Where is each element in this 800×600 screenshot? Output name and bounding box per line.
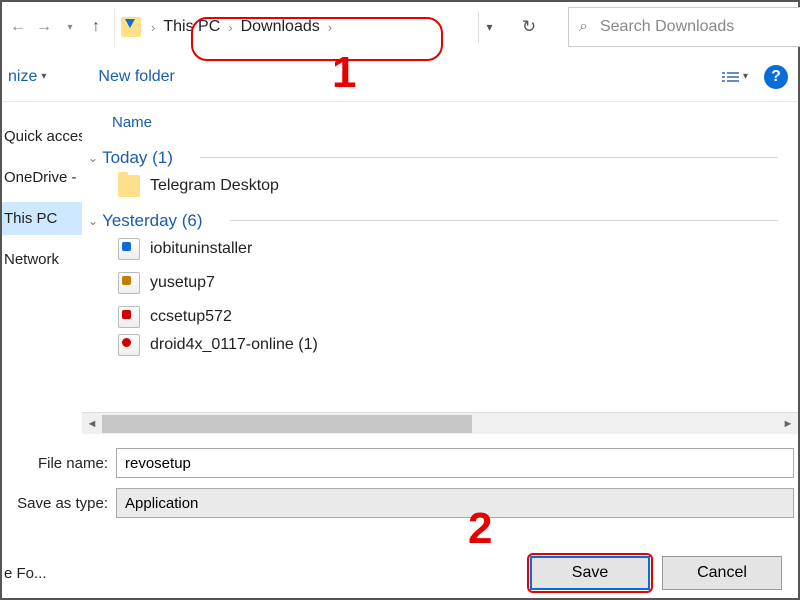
scroll-left-button[interactable]: ◄ bbox=[82, 414, 102, 434]
list-view-icon bbox=[722, 72, 739, 82]
organize-label: nize bbox=[8, 68, 37, 86]
back-button[interactable]: ← bbox=[6, 11, 30, 43]
button-row: e Fo... Save Cancel bbox=[2, 528, 794, 590]
address-bar-row: ← → ▾ ↑ › This PC › Downloads › ▾ ↻ ⌕ bbox=[2, 2, 798, 52]
nav-arrows: ← → ▾ ↑ bbox=[4, 11, 108, 43]
file-name: ccsetup572 bbox=[150, 308, 232, 326]
filename-label: File name: bbox=[2, 455, 116, 472]
save-form: File name: Save as type: Application e F… bbox=[2, 434, 798, 590]
refresh-button[interactable]: ↻ bbox=[516, 11, 542, 43]
cancel-button[interactable]: Cancel bbox=[662, 556, 782, 590]
group-yesterday: ⌄ Yesterday (6) iobituninstaller yusetup… bbox=[88, 211, 798, 356]
help-button[interactable]: ? bbox=[764, 65, 788, 89]
sidebar-item-onedrive[interactable]: OneDrive - bbox=[2, 161, 82, 194]
app-icon bbox=[118, 238, 140, 260]
filename-row: File name: bbox=[2, 448, 794, 478]
sidebar-item-quick-access[interactable]: Quick acces bbox=[2, 120, 82, 153]
scrollbar-track[interactable] bbox=[102, 415, 778, 433]
column-header-name[interactable]: Name bbox=[82, 108, 798, 140]
filetype-row: Save as type: Application bbox=[2, 488, 794, 518]
hide-folders-link[interactable]: e Fo... bbox=[2, 565, 72, 582]
file-name: yusetup7 bbox=[150, 274, 215, 292]
file-name: iobituninstaller bbox=[150, 240, 252, 258]
chevron-down-icon: ⌄ bbox=[88, 151, 98, 165]
downloads-folder-icon bbox=[121, 17, 141, 37]
app-icon bbox=[118, 306, 140, 328]
recent-dropdown[interactable]: ▾ bbox=[58, 11, 82, 43]
chevron-down-icon: ⌄ bbox=[88, 214, 98, 228]
cancel-button-label: Cancel bbox=[697, 564, 747, 582]
chevron-right-icon: › bbox=[226, 20, 234, 35]
filetype-label: Save as type: bbox=[2, 495, 116, 512]
save-button-label: Save bbox=[572, 564, 608, 582]
group-label: Today (1) bbox=[102, 148, 173, 168]
file-name: droid4x_0117-online (1) bbox=[150, 336, 318, 354]
chevron-down-icon: ▾ bbox=[41, 71, 46, 82]
group-label: Yesterday (6) bbox=[102, 211, 202, 231]
list-item[interactable]: yusetup7 bbox=[88, 266, 798, 300]
group-header-yesterday[interactable]: ⌄ Yesterday (6) bbox=[88, 211, 798, 231]
chevron-down-icon[interactable]: ▾ bbox=[743, 71, 748, 82]
list-item[interactable]: ccsetup572 bbox=[88, 300, 798, 334]
search-box[interactable]: ⌕ bbox=[568, 7, 800, 47]
folder-icon bbox=[118, 175, 140, 197]
sidebar-item-thispc[interactable]: This PC bbox=[2, 202, 82, 235]
new-folder-button[interactable]: New folder bbox=[82, 60, 190, 94]
toolbar: nize ▾ New folder ▾ ? bbox=[2, 52, 798, 102]
search-input[interactable] bbox=[598, 17, 800, 37]
group-divider bbox=[200, 157, 778, 158]
filetype-select[interactable]: Application bbox=[116, 488, 794, 518]
organize-menu[interactable]: nize ▾ bbox=[2, 60, 52, 94]
group-today: ⌄ Today (1) Telegram Desktop bbox=[88, 148, 798, 203]
file-name: Telegram Desktop bbox=[150, 177, 279, 195]
scroll-right-button[interactable]: ► bbox=[778, 414, 798, 434]
chevron-right-icon: › bbox=[149, 20, 157, 35]
breadcrumb-downloads[interactable]: Downloads bbox=[235, 18, 326, 36]
sidebar-item-network[interactable]: Network bbox=[2, 243, 82, 276]
group-header-today[interactable]: ⌄ Today (1) bbox=[88, 148, 798, 168]
scrollbar-thumb[interactable] bbox=[102, 415, 472, 433]
sidebar: Quick acces OneDrive - This PC Network bbox=[2, 102, 82, 412]
search-icon: ⌕ bbox=[579, 18, 588, 36]
file-pane: Name ⌄ Today (1) Telegram Desktop ⌄ Yest… bbox=[82, 102, 798, 412]
app-icon bbox=[118, 272, 140, 294]
chevron-right-icon: › bbox=[326, 20, 334, 35]
list-item[interactable]: Telegram Desktop bbox=[88, 169, 798, 203]
app-icon bbox=[118, 334, 140, 356]
group-divider bbox=[230, 220, 778, 221]
breadcrumb[interactable]: › This PC › Downloads › bbox=[114, 7, 464, 47]
forward-button[interactable]: → bbox=[32, 11, 56, 43]
breadcrumb-thispc[interactable]: This PC bbox=[157, 18, 226, 36]
view-options-button[interactable]: ▾ bbox=[720, 62, 750, 92]
address-history-dropdown[interactable]: ▾ bbox=[478, 11, 500, 43]
address-tail: ▾ ↻ bbox=[470, 11, 550, 43]
horizontal-scrollbar[interactable]: ◄ ► bbox=[82, 412, 798, 434]
list-item[interactable]: iobituninstaller bbox=[88, 232, 798, 266]
file-browser-body: Quick acces OneDrive - This PC Network N… bbox=[2, 102, 798, 412]
list-item[interactable]: droid4x_0117-online (1) bbox=[88, 334, 798, 356]
filename-input[interactable] bbox=[116, 448, 794, 478]
save-button[interactable]: Save bbox=[530, 556, 650, 590]
up-button[interactable]: ↑ bbox=[84, 11, 108, 43]
